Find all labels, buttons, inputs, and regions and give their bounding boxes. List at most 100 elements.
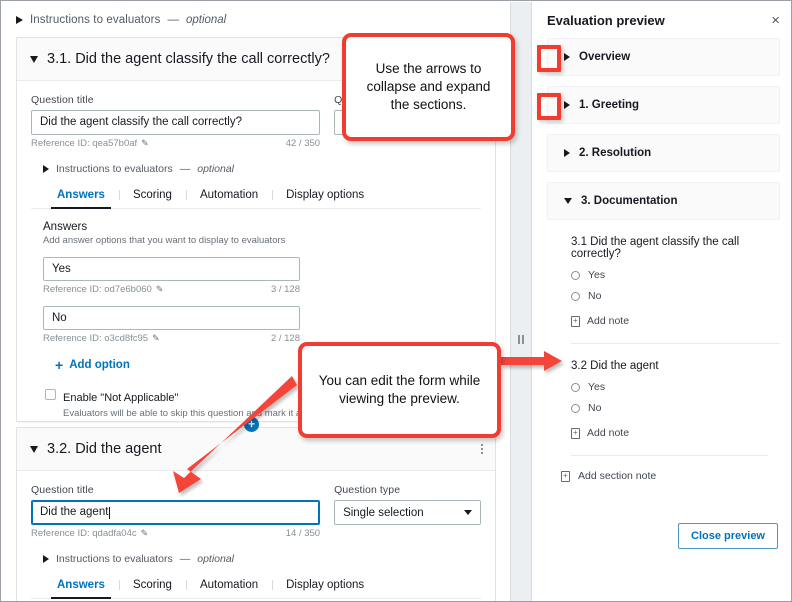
preview-radio-option[interactable]: Yes bbox=[571, 269, 780, 281]
text-cursor bbox=[109, 507, 110, 519]
edit-pencil-icon[interactable]: ✎ bbox=[141, 138, 149, 149]
divider bbox=[571, 455, 768, 456]
not-applicable-checkbox[interactable] bbox=[45, 389, 56, 400]
preview-section-overview[interactable]: Overview bbox=[547, 38, 780, 76]
question-title-label: Question title bbox=[31, 484, 320, 496]
radio-button-icon[interactable] bbox=[571, 271, 580, 280]
not-applicable-label: Enable "Not Applicable" bbox=[63, 392, 178, 404]
reference-id-group: Reference ID: qea57b0af ✎ bbox=[31, 138, 149, 149]
answer-option-input[interactable]: Yes bbox=[43, 257, 300, 281]
preview-question-3-2: 3.2 Did the agent Yes No Add note bbox=[547, 344, 780, 439]
note-icon bbox=[561, 471, 570, 482]
question-3-1-tabs: Answers Scoring Automation Display optio… bbox=[31, 189, 481, 209]
question-3-1-title: 3.1. Did the agent classify the call cor… bbox=[47, 51, 330, 67]
question-3-2-instructions-toggle[interactable]: Instructions to evaluators — optional bbox=[31, 553, 481, 565]
char-counter: 14 / 350 bbox=[286, 528, 320, 539]
question-3-1-instructions-toggle[interactable]: Instructions to evaluators — optional bbox=[31, 163, 481, 175]
question-3-2-tabs: Answers Scoring Automation Display optio… bbox=[31, 579, 481, 599]
close-preview-button[interactable]: Close preview bbox=[678, 523, 778, 549]
radio-button-icon[interactable] bbox=[571, 383, 580, 392]
preview-section-greeting[interactable]: 1. Greeting bbox=[547, 86, 780, 124]
callout-arrows-hint: Use the arrows to collapse and expand th… bbox=[342, 33, 515, 141]
instructions-optional: optional bbox=[186, 14, 226, 26]
tab-automation[interactable]: Automation bbox=[186, 579, 272, 598]
radio-label: Yes bbox=[588, 381, 605, 393]
tab-automation[interactable]: Automation bbox=[186, 189, 272, 208]
chevron-down-icon bbox=[464, 510, 472, 515]
preview-section-content: 3.1 Did the agent classify the call corr… bbox=[533, 220, 792, 482]
highlight-overview-chevron bbox=[537, 45, 561, 72]
char-counter: 2 / 128 bbox=[271, 333, 300, 344]
preview-section-resolution[interactable]: 2. Resolution bbox=[547, 134, 780, 172]
section-label: 1. Greeting bbox=[579, 99, 639, 111]
tab-display-options[interactable]: Display options bbox=[272, 579, 378, 598]
radio-label: No bbox=[588, 402, 601, 414]
preview-radio-option[interactable]: No bbox=[571, 402, 780, 414]
tab-scoring[interactable]: Scoring bbox=[119, 579, 186, 598]
edit-pencil-icon[interactable]: ✎ bbox=[141, 528, 149, 539]
preview-question-title: 3.1 Did the agent classify the call corr… bbox=[571, 236, 780, 260]
callout-edit-hint: You can edit the form while viewing the … bbox=[298, 342, 501, 438]
radio-label: Yes bbox=[588, 269, 605, 281]
radio-button-icon[interactable] bbox=[571, 292, 580, 301]
preview-section-documentation[interactable]: 3. Documentation bbox=[547, 182, 780, 220]
preview-question-title: 3.2 Did the agent bbox=[571, 360, 780, 372]
question-title-input[interactable]: Did the agent classify the call correctl… bbox=[31, 110, 320, 135]
reference-id-text: Reference ID: qdadfa04c bbox=[31, 528, 137, 539]
reference-id-text: Reference ID: o3cd8fc95 bbox=[43, 333, 148, 344]
instructions-label: Instructions to evaluators bbox=[56, 163, 173, 175]
top-instructions-toggle[interactable]: Instructions to evaluators — optional bbox=[2, 2, 510, 26]
tab-answers[interactable]: Answers bbox=[43, 189, 119, 208]
close-preview-wrap: Close preview bbox=[678, 523, 778, 549]
preview-header: Evaluation preview × bbox=[533, 2, 792, 28]
preview-question-3-1: 3.1 Did the agent classify the call corr… bbox=[547, 220, 780, 327]
add-section-note-label: Add section note bbox=[578, 470, 656, 482]
add-note-button[interactable]: Add note bbox=[571, 315, 780, 327]
question-title-value: Did the agent bbox=[40, 501, 108, 524]
chevron-down-icon[interactable] bbox=[30, 56, 38, 63]
instructions-optional: optional bbox=[197, 163, 234, 175]
tab-answers[interactable]: Answers bbox=[43, 579, 119, 598]
add-note-label: Add note bbox=[587, 427, 629, 439]
add-section-note-button[interactable]: Add section note bbox=[561, 470, 780, 482]
note-icon bbox=[571, 428, 580, 439]
chevron-down-icon[interactable] bbox=[564, 198, 572, 204]
question-options-menu-icon[interactable] bbox=[481, 444, 483, 454]
close-icon[interactable]: × bbox=[771, 13, 780, 28]
section-label: 2. Resolution bbox=[579, 147, 651, 159]
char-counter: 42 / 350 bbox=[286, 138, 320, 149]
char-counter: 3 / 128 bbox=[271, 284, 300, 295]
preview-title: Evaluation preview bbox=[547, 13, 665, 28]
splitter-grip-icon[interactable] bbox=[518, 335, 524, 344]
chevron-right-icon[interactable] bbox=[564, 149, 570, 157]
add-question-button[interactable]: + bbox=[244, 417, 259, 432]
question-title-label: Question title bbox=[31, 94, 320, 106]
chevron-down-icon[interactable] bbox=[30, 446, 38, 453]
edit-pencil-icon[interactable]: ✎ bbox=[156, 284, 164, 295]
instructions-dash: — bbox=[180, 163, 191, 175]
instructions-optional: optional bbox=[197, 553, 234, 565]
note-icon bbox=[571, 316, 580, 327]
answer-option-input[interactable]: No bbox=[43, 306, 300, 330]
question-card-3-2: 3.2. Did the agent Question title Did th… bbox=[16, 427, 496, 602]
preview-radio-option[interactable]: Yes bbox=[571, 381, 780, 393]
tab-scoring[interactable]: Scoring bbox=[119, 189, 186, 208]
chevron-right-icon[interactable] bbox=[564, 53, 570, 61]
reference-id-group: Reference ID: qdadfa04c ✎ bbox=[31, 528, 148, 539]
question-type-select[interactable]: Single selection bbox=[334, 500, 481, 525]
question-type-value: Single selection bbox=[343, 507, 424, 519]
tab-display-options[interactable]: Display options bbox=[272, 189, 378, 208]
instructions-label: Instructions to evaluators bbox=[30, 14, 160, 26]
callout-text: Use the arrows to collapse and expand th… bbox=[356, 60, 501, 113]
question-3-2-title: 3.2. Did the agent bbox=[47, 441, 161, 457]
question-title-input[interactable]: Did the agent bbox=[31, 500, 320, 525]
plus-icon: + bbox=[55, 358, 63, 372]
instructions-dash: — bbox=[167, 14, 179, 26]
radio-button-icon[interactable] bbox=[571, 404, 580, 413]
add-note-button[interactable]: Add note bbox=[571, 427, 780, 439]
edit-pencil-icon[interactable]: ✎ bbox=[152, 333, 160, 344]
highlight-greeting-chevron bbox=[537, 93, 561, 120]
chevron-right-icon bbox=[16, 16, 23, 24]
preview-radio-option[interactable]: No bbox=[571, 290, 780, 302]
chevron-right-icon[interactable] bbox=[564, 101, 570, 109]
